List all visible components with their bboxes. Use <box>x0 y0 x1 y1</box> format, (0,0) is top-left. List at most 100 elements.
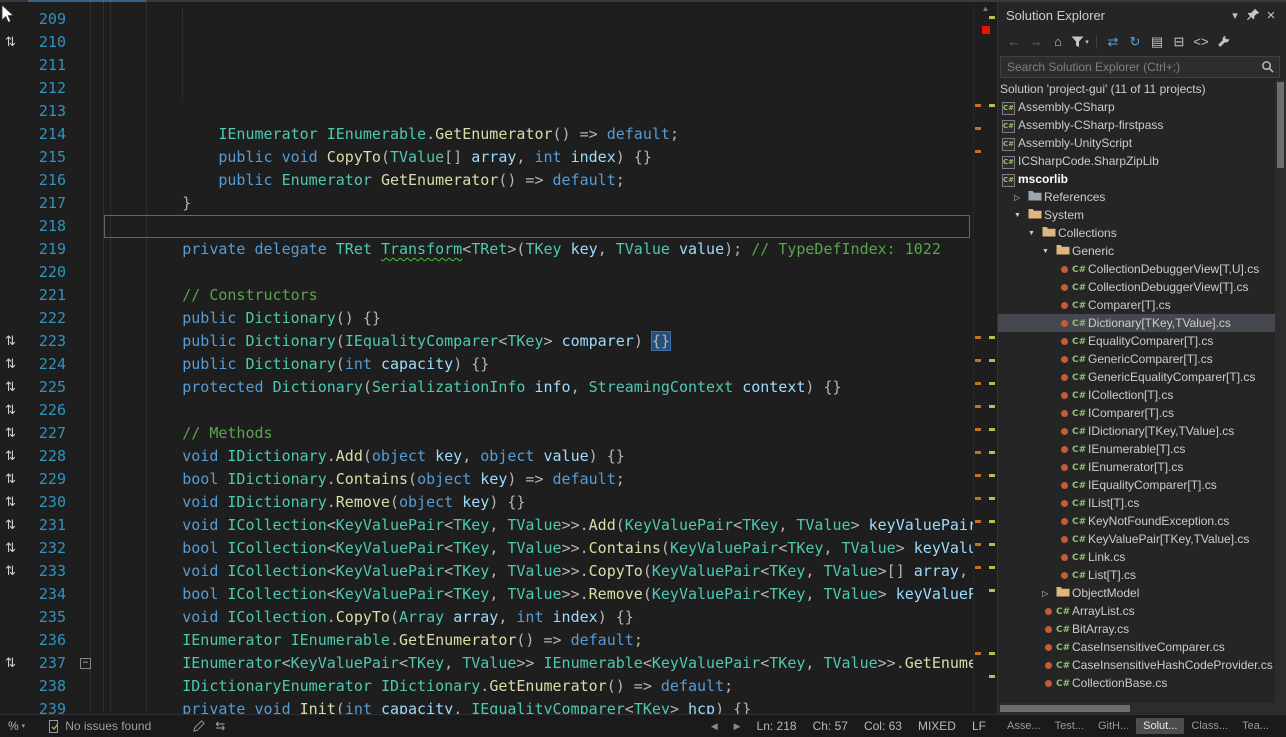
tree-item-mscorlib[interactable]: C#mscorlib <box>998 170 1275 188</box>
line-number[interactable]: 235 <box>26 606 66 629</box>
zoom-control[interactable]: % ▾ <box>8 719 25 733</box>
code-line-216[interactable]: // Constructors <box>110 284 973 307</box>
code-line-211[interactable]: public Enumerator GetEnumerator() => def… <box>110 169 973 192</box>
code-line-221[interactable] <box>110 399 973 422</box>
code-line-219[interactable]: public Dictionary(int capacity) {} <box>110 353 973 376</box>
line-number[interactable]: 209 <box>26 8 66 31</box>
line-number[interactable]: 230 <box>26 491 66 514</box>
override-indicator-icon[interactable]: ⇅ <box>5 31 16 54</box>
override-indicator-icon[interactable]: ⇅ <box>5 376 16 399</box>
line-indicator[interactable]: Ln: 218 <box>757 719 797 733</box>
tree-item-generic[interactable]: ▼Generic <box>998 242 1275 260</box>
line-number[interactable]: 221 <box>26 284 66 307</box>
pencil-icon[interactable] <box>193 720 205 732</box>
char-indicator[interactable]: Ch: 57 <box>813 719 848 733</box>
tree-item-collectionbase-cs[interactable]: C#CollectionBase.cs <box>998 674 1275 692</box>
code-line-233[interactable]: IDictionaryEnumerator IDictionary.GetEnu… <box>110 675 973 698</box>
code-line-218[interactable]: public Dictionary(IEqualityComparer<TKey… <box>110 330 973 353</box>
tree-item-icsharpcode-sharpziplib[interactable]: C#ICSharpCode.SharpZipLib <box>998 152 1275 170</box>
collapse-all-icon[interactable]: ⊟ <box>1169 32 1189 52</box>
scroll-left-icon[interactable]: ◀ <box>711 721 718 732</box>
override-indicator-icon[interactable]: ⇅ <box>5 652 16 675</box>
line-number[interactable]: 219 <box>26 238 66 261</box>
tree-item-assembly-unityscript[interactable]: C#Assembly-UnityScript <box>998 134 1275 152</box>
code-line-217[interactable]: public Dictionary() {} <box>110 307 973 330</box>
preview-code-icon[interactable]: <> <box>1191 32 1211 52</box>
code-line-234[interactable]: private void Init(int capacity, IEqualit… <box>110 698 973 714</box>
override-indicator-icon[interactable]: ⇅ <box>5 537 16 560</box>
tool-window-tab-class[interactable]: Class... <box>1184 718 1235 734</box>
scrollbar-thumb[interactable] <box>1277 82 1284 168</box>
line-number[interactable]: 226 <box>26 399 66 422</box>
line-number[interactable]: 212 <box>26 77 66 100</box>
scrollbar-up-icon[interactable]: ▲ <box>974 4 997 13</box>
refresh-icon[interactable]: ↻ <box>1125 32 1145 52</box>
tree-item-genericcomparer-t-cs[interactable]: C#GenericComparer[T].cs <box>998 350 1275 368</box>
tree-item-comparer-t-cs[interactable]: C#Comparer[T].cs <box>998 296 1275 314</box>
line-number[interactable]: 238 <box>26 675 66 698</box>
tree-item-caseinsensitivecomparer-cs[interactable]: C#CaseInsensitiveComparer.cs <box>998 638 1275 656</box>
show-all-files-icon[interactable]: ▤ <box>1147 32 1167 52</box>
tree-item-collections[interactable]: ▼Collections <box>998 224 1275 242</box>
chevron-collapsed-icon[interactable]: ▷ <box>1042 589 1056 598</box>
tree-item-icollection-t-cs[interactable]: C#ICollection[T].cs <box>998 386 1275 404</box>
tool-window-tab-test[interactable]: Test... <box>1048 718 1091 734</box>
line-number[interactable]: 231 <box>26 514 66 537</box>
code-area[interactable]: IEnumerator IEnumerable.GetEnumerator() … <box>105 2 973 714</box>
line-number[interactable]: 213 <box>26 100 66 123</box>
code-line-212[interactable]: } <box>110 192 973 215</box>
code-line-232[interactable]: IEnumerator<KeyValuePair<TKey, TValue>> … <box>110 652 973 675</box>
outlining-margin[interactable]: − <box>72 2 105 714</box>
chevron-expanded-icon[interactable]: ▼ <box>1014 212 1028 219</box>
override-indicator-icon[interactable]: ⇅ <box>5 445 16 468</box>
line-number[interactable]: 239 <box>26 698 66 714</box>
forward-icon[interactable]: → <box>1026 32 1046 52</box>
line-number[interactable]: 223 <box>26 330 66 353</box>
filter-icon[interactable]: ▾ <box>1070 32 1090 52</box>
code-line-224[interactable]: bool IDictionary.Contains(object key) =>… <box>110 468 973 491</box>
override-indicator-icon[interactable]: ⇅ <box>5 560 16 583</box>
search-icon[interactable] <box>1261 60 1274 78</box>
line-ending-indicator[interactable]: LF <box>972 719 986 733</box>
code-line-215[interactable] <box>110 261 973 284</box>
tree-item-references[interactable]: ▷References <box>998 188 1275 206</box>
line-number[interactable]: 215 <box>26 146 66 169</box>
line-number[interactable]: 216 <box>26 169 66 192</box>
override-indicator-icon[interactable]: ⇅ <box>5 399 16 422</box>
line-number[interactable]: 233 <box>26 560 66 583</box>
code-editor[interactable]: ⇅⇅⇅⇅⇅⇅⇅⇅⇅⇅⇅⇅⇅ 20921021121221321421521621… <box>0 2 997 714</box>
tool-window-tab-tea[interactable]: Tea... <box>1235 718 1276 734</box>
tree-item-link-cs[interactable]: C#Link.cs <box>998 548 1275 566</box>
tree-item-collectiondebuggerview-t-u-cs[interactable]: C#CollectionDebuggerView[T,U].cs <box>998 260 1275 278</box>
search-input[interactable] <box>1000 56 1280 78</box>
code-line-223[interactable]: void IDictionary.Add(object key, object … <box>110 445 973 468</box>
code-line-231[interactable]: IEnumerator IEnumerable.GetEnumerator() … <box>110 629 973 652</box>
tree-item-iequalitycomparer-t-cs[interactable]: C#IEqualityComparer[T].cs <box>998 476 1275 494</box>
code-line-220[interactable]: protected Dictionary(SerializationInfo i… <box>110 376 973 399</box>
window-position-icon[interactable]: ▾ <box>1226 9 1244 22</box>
editor-scrollbar[interactable]: ▲ <box>973 2 997 714</box>
line-number[interactable]: 237 <box>26 652 66 675</box>
override-indicator-icon[interactable]: ⇅ <box>5 514 16 537</box>
back-icon[interactable]: ← <box>1004 32 1024 52</box>
tree-item-keynotfoundexception-cs[interactable]: C#KeyNotFoundException.cs <box>998 512 1275 530</box>
tree-item-system[interactable]: ▼System <box>998 206 1275 224</box>
tree-item-assembly-csharp-firstpass[interactable]: C#Assembly-CSharp-firstpass <box>998 116 1275 134</box>
tree-item-icomparer-t-cs[interactable]: C#IComparer[T].cs <box>998 404 1275 422</box>
line-number[interactable]: 211 <box>26 54 66 77</box>
tool-window-tab-solut[interactable]: Solut... <box>1136 718 1184 734</box>
chevron-collapsed-icon[interactable]: ▷ <box>1014 193 1028 202</box>
code-line-225[interactable]: void IDictionary.Remove(object key) {} <box>110 491 973 514</box>
override-indicator-icon[interactable]: ⇅ <box>5 330 16 353</box>
compare-arrows-icon[interactable]: ⇆ <box>215 719 225 733</box>
tree-item-equalitycomparer-t-cs[interactable]: C#EqualityComparer[T].cs <box>998 332 1275 350</box>
code-line-210[interactable]: public void CopyTo(TValue[] array, int i… <box>110 146 973 169</box>
line-number[interactable]: 227 <box>26 422 66 445</box>
override-indicator-icon[interactable]: ⇅ <box>5 422 16 445</box>
line-number[interactable]: 229 <box>26 468 66 491</box>
line-number[interactable]: 225 <box>26 376 66 399</box>
column-indicator[interactable]: Col: 63 <box>864 719 902 733</box>
scroll-right-icon[interactable]: ▶ <box>734 721 741 732</box>
tool-window-tab-gith[interactable]: GitH... <box>1091 718 1136 734</box>
line-number[interactable]: 236 <box>26 629 66 652</box>
